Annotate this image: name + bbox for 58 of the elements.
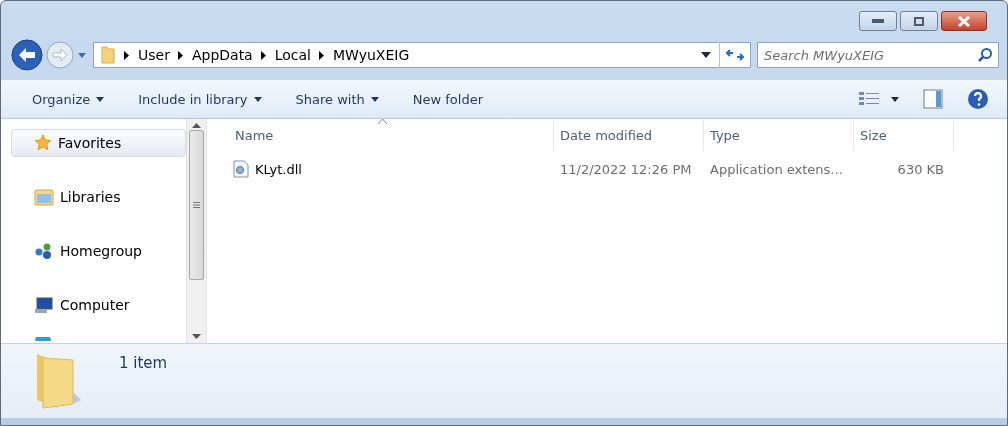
library-folder-icon — [34, 188, 54, 206]
toolbar-button[interactable]: Include in library — [123, 87, 277, 111]
caret-icon — [96, 96, 105, 102]
computer-icon — [34, 296, 54, 314]
breadcrumb[interactable]: AppData — [191, 47, 253, 63]
maximize-icon — [914, 16, 924, 26]
sidebar-item[interactable]: Homegroup — [11, 237, 186, 265]
scroll-thumb[interactable] — [189, 130, 204, 280]
people-icon — [34, 242, 54, 260]
toolbar-button[interactable]: New folder — [397, 87, 498, 111]
details-view-icon[interactable] — [859, 91, 879, 107]
column-header[interactable]: Date modified — [554, 119, 704, 151]
history-dropdown-icon[interactable] — [77, 51, 87, 59]
close-button[interactable] — [941, 11, 987, 31]
chevron-right-icon[interactable] — [177, 50, 183, 60]
type-cell-text: Application extens... — [709, 161, 844, 177]
breadcrumb[interactable]: Local — [274, 47, 311, 63]
maximize-button[interactable] — [900, 11, 938, 31]
refresh-icon[interactable] — [726, 48, 744, 62]
sidebar-item[interactable]: Libraries — [11, 183, 186, 211]
close-icon — [957, 15, 971, 27]
scroll-down-icon[interactable] — [192, 334, 201, 339]
minimize-icon — [872, 18, 884, 24]
date-cell-text: 11/2/2022 12:26 PM — [559, 161, 693, 177]
preview-pane-icon[interactable] — [923, 89, 943, 109]
folder-icon — [35, 352, 83, 410]
caret-icon — [370, 96, 379, 102]
sort-up-icon — [378, 119, 388, 124]
star-icon — [34, 134, 52, 152]
search-field[interactable]: Search MWyuXEIG — [757, 42, 999, 68]
column-header[interactable]: Name — [229, 119, 554, 151]
sidebar-item[interactable]: Computer — [11, 291, 186, 319]
folder-icon — [100, 46, 116, 64]
dll-file-icon — [233, 160, 249, 178]
address-bar[interactable]: User AppData Local MWyuXEIG — [93, 42, 751, 68]
help-icon[interactable] — [967, 88, 989, 110]
toolbar-button[interactable]: Share with — [280, 87, 394, 111]
chevron-right-icon[interactable] — [319, 50, 324, 60]
size-cell-text: 630 KB — [896, 161, 945, 177]
chevron-right-icon[interactable] — [260, 50, 266, 60]
chevron-right-icon[interactable] — [124, 50, 129, 60]
item-count: 1 item — [119, 354, 168, 372]
column-header[interactable]: Type — [704, 119, 854, 151]
sidebar-item[interactable]: Favorites — [11, 129, 186, 157]
caret-icon[interactable] — [891, 96, 899, 102]
breadcrumb[interactable]: MWyuXEIG — [333, 47, 410, 63]
toolbar-button[interactable]: Organize — [17, 87, 120, 111]
minimize-button[interactable] — [859, 11, 897, 31]
grip-icon — [193, 202, 200, 208]
breadcrumb[interactable]: User — [138, 47, 170, 63]
caret-icon — [253, 96, 262, 102]
column-header[interactable]: Size — [854, 119, 954, 151]
dropdown-icon[interactable] — [701, 52, 711, 58]
scroll-up-icon[interactable] — [192, 123, 201, 128]
file-name[interactable]: KLyt.dll — [255, 161, 302, 177]
scrollbar[interactable] — [186, 119, 206, 343]
back-button[interactable] — [11, 39, 43, 71]
search-icon — [977, 47, 993, 63]
